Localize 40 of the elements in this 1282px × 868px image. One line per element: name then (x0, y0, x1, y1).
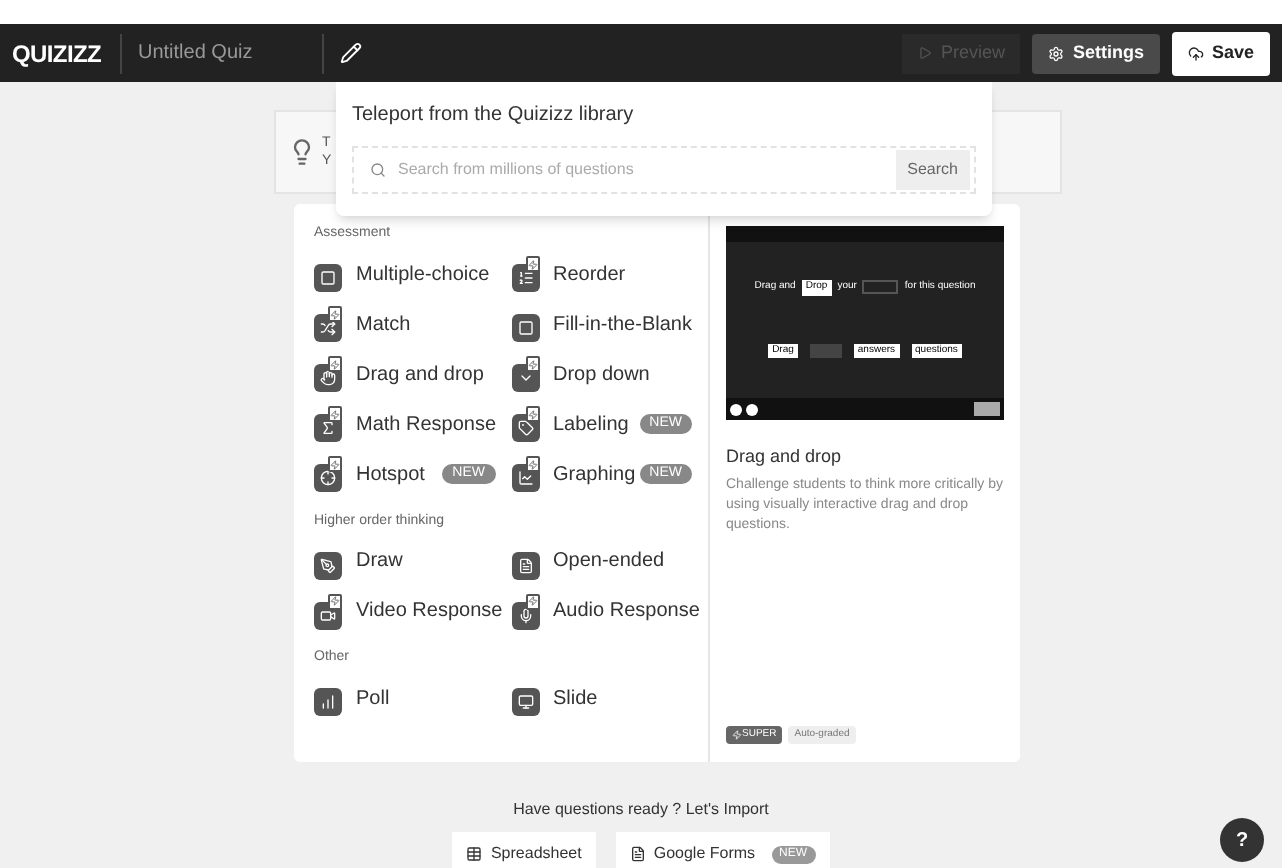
import-heading: Have questions ready ? Let's Import (513, 798, 769, 822)
library-search-field[interactable]: Search from millions of questions Search (352, 146, 976, 194)
lightning-icon (732, 729, 742, 740)
help-button[interactable]: ? (1220, 818, 1264, 862)
button-shape (974, 402, 1000, 416)
question-type-label[interactable]: Fill-in-the-Blank (553, 309, 692, 339)
question-type-label[interactable]: Slide (553, 683, 598, 713)
cloud-upload-icon (1187, 45, 1204, 61)
question-type-label[interactable]: Math Response (356, 409, 497, 439)
search-icon (370, 162, 386, 178)
question-type-label[interactable]: Audio Response (553, 596, 700, 626)
question-type-label[interactable]: Multiple-choice (356, 259, 490, 289)
question-type-label[interactable]: Drop down (553, 359, 650, 389)
search-button[interactable]: Search (895, 150, 970, 190)
question-type-label[interactable]: Match (356, 309, 411, 339)
import-button[interactable]: Spreadsheet (452, 832, 596, 868)
question-type-label[interactable]: Drag and drop (356, 359, 484, 389)
lightbulb-icon (288, 138, 316, 166)
settings-button[interactable]: Settings (1032, 33, 1160, 73)
document-icon (629, 846, 646, 862)
question-type-label[interactable]: Reorder (553, 259, 626, 289)
logo[interactable]: QUIZIZZ (12, 37, 104, 69)
question-type-label[interactable]: Graphing (553, 459, 636, 489)
sample-blank (862, 280, 899, 295)
sample-blank (809, 343, 842, 358)
question-type-label[interactable]: Draw (356, 546, 403, 576)
settings-icon (1048, 45, 1065, 61)
save-button[interactable]: Save (1171, 31, 1270, 75)
question-type-label[interactable]: Hotspot (356, 459, 425, 489)
library-title: Teleport from the Quizizz library (352, 102, 636, 130)
edit-icon[interactable] (340, 42, 362, 64)
question-type-label[interactable]: Labeling (553, 409, 629, 439)
question-type-label[interactable]: Video Response (356, 596, 503, 626)
question-type-label[interactable]: Open-ended (553, 546, 665, 576)
detail-title: Drag and drop (726, 444, 844, 470)
question-type-label[interactable]: Poll (356, 683, 390, 713)
table-icon (466, 846, 483, 862)
search-placeholder: Search from millions of questions (398, 158, 634, 182)
quiz-title[interactable]: Untitled Quiz (138, 38, 322, 68)
play-icon (918, 46, 933, 60)
